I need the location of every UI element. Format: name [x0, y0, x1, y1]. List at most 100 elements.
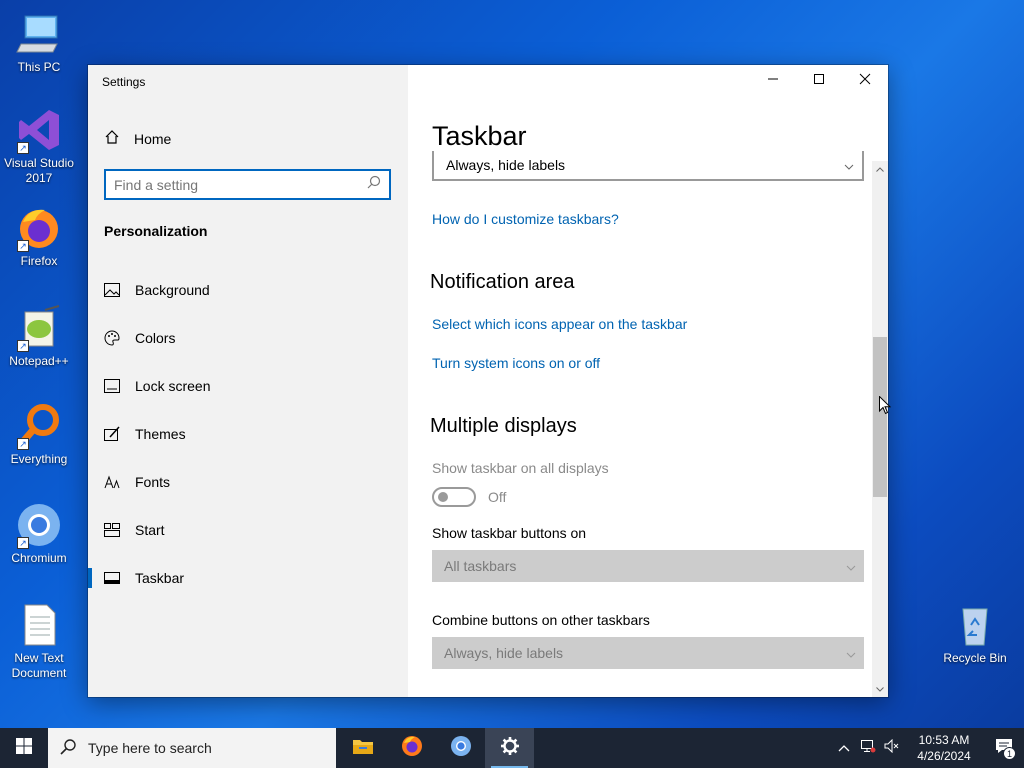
gear-icon	[500, 736, 520, 761]
themes-icon	[104, 426, 120, 442]
sidebar-item-start[interactable]: Start	[88, 510, 408, 550]
desktop-icon-firefox[interactable]: ↗ Firefox	[0, 204, 78, 269]
fonts-icon	[104, 474, 120, 490]
page-title: Taskbar	[432, 121, 527, 151]
content-scrollbar[interactable]	[872, 161, 888, 697]
combine-other-dropdown[interactable]: Always, hide labels	[432, 637, 864, 669]
show-on-all-displays-toggle[interactable]	[432, 487, 476, 507]
start-button[interactable]	[0, 728, 48, 768]
scroll-up-icon[interactable]	[872, 161, 888, 177]
desktop-icon-everything[interactable]: ↗ Everything	[0, 402, 78, 467]
desktop-icon-label: Notepad++	[9, 354, 69, 368]
sidebar-item-colors[interactable]: Colors	[88, 318, 408, 358]
chevron-down-icon	[846, 645, 856, 661]
notification-count-badge: 1	[1003, 747, 1016, 760]
chromium-icon	[450, 735, 472, 762]
settings-sidebar: Settings Home Personalization Background…	[88, 65, 408, 697]
desktop-icon-visual-studio[interactable]: ↗ Visual Studio 2017	[0, 106, 78, 186]
buttons-on-label: Show taskbar buttons on	[432, 525, 587, 541]
combine-other-label: Combine buttons on other taskbars	[432, 612, 650, 628]
taskbar-settings[interactable]	[485, 728, 534, 768]
desktop-icon-recycle-bin[interactable]: Recycle Bin	[936, 601, 1014, 666]
desktop-icon-label: Everything	[10, 452, 68, 466]
desktop-icon-label: Visual Studio 2017	[4, 156, 74, 185]
taskbar-search[interactable]: Type here to search	[48, 728, 336, 768]
palette-icon	[104, 330, 120, 346]
sidebar-item-taskbar[interactable]: Taskbar	[88, 558, 408, 598]
system-tray: 10:53 AM 4/26/2024 1	[832, 728, 1024, 768]
mouse-cursor-icon	[879, 395, 892, 420]
taskbar-file-explorer[interactable]	[338, 728, 387, 768]
minimize-button[interactable]	[750, 65, 796, 97]
shortcut-arrow-icon: ↗	[17, 142, 29, 154]
desktop-icon-label: This PC	[17, 60, 61, 74]
sidebar-item-label: Themes	[135, 426, 186, 442]
show-hidden-icons-button[interactable]	[832, 728, 856, 768]
scroll-down-icon[interactable]	[872, 681, 888, 697]
show-on-all-displays-label: Show taskbar on all displays	[432, 460, 609, 476]
settings-search[interactable]	[104, 169, 391, 200]
volume-button[interactable]	[880, 728, 904, 768]
magnifier-icon: ↗	[15, 402, 63, 450]
desktop-icon-new-text-document[interactable]: New Text Document	[0, 601, 78, 681]
desktop-icon-label: Recycle Bin	[943, 651, 1007, 665]
maximize-button[interactable]	[796, 65, 842, 97]
clock-time: 10:53 AM	[918, 733, 970, 747]
minimize-icon	[767, 72, 779, 90]
close-icon	[859, 72, 871, 90]
home-nav[interactable]: Home	[104, 129, 171, 148]
desktop-icon-label: Chromium	[11, 551, 67, 565]
shortcut-arrow-icon: ↗	[17, 340, 29, 352]
desktop-icon-this-pc[interactable]: This PC	[0, 10, 78, 75]
chevron-up-icon	[838, 739, 850, 757]
lock-screen-icon	[104, 378, 120, 394]
buttons-on-dropdown[interactable]: All taskbars	[432, 550, 864, 582]
sidebar-item-fonts[interactable]: Fonts	[88, 462, 408, 502]
chevron-down-icon	[844, 157, 854, 173]
clock-date: 4/26/2024	[917, 749, 971, 763]
select-icons-link[interactable]: Select which icons appear on the taskbar	[432, 316, 687, 332]
dropdown-value: Always, hide labels	[446, 157, 566, 173]
desktop-icon-chromium[interactable]: ↗ Chromium	[0, 501, 78, 566]
search-icon	[367, 175, 381, 194]
volume-muted-icon	[884, 738, 900, 758]
sidebar-item-background[interactable]: Background	[88, 270, 408, 310]
home-label: Home	[134, 130, 172, 147]
notepadpp-icon: ↗	[15, 304, 63, 352]
settings-search-input[interactable]	[114, 176, 367, 193]
sidebar-item-lock-screen[interactable]: Lock screen	[88, 366, 408, 406]
taskbar-chromium[interactable]	[436, 728, 485, 768]
window-controls	[750, 65, 888, 97]
customize-taskbars-link[interactable]: How do I customize taskbars?	[432, 211, 619, 227]
window-title: Settings	[102, 75, 146, 89]
text-document-icon	[15, 601, 63, 649]
sidebar-item-label: Taskbar	[135, 570, 185, 586]
recycle-bin-icon	[951, 601, 999, 649]
taskbar: Type here to search 10:53 AM 4/26/2024 1	[0, 728, 1024, 768]
desktop-icon-label: New Text Document	[11, 651, 67, 680]
system-icons-link[interactable]: Turn system icons on or off	[432, 355, 600, 371]
desktop-icon-label: Firefox	[20, 254, 58, 268]
home-icon	[104, 129, 120, 148]
sidebar-item-label: Background	[135, 282, 210, 298]
maximize-icon	[813, 72, 825, 90]
taskbar-firefox[interactable]	[387, 728, 436, 768]
combine-buttons-dropdown[interactable]: Always, hide labels	[432, 151, 864, 181]
folder-icon	[352, 737, 374, 760]
close-button[interactable]	[842, 65, 888, 97]
sidebar-item-label: Start	[135, 522, 165, 538]
taskbar-clock[interactable]: 10:53 AM 4/26/2024	[904, 732, 984, 764]
windows-logo-icon	[16, 737, 32, 759]
chevron-down-icon	[846, 558, 856, 574]
desktop-icon-notepadpp[interactable]: ↗ Notepad++	[0, 304, 78, 369]
dropdown-value: All taskbars	[444, 558, 517, 574]
action-center-button[interactable]: 1	[984, 728, 1024, 768]
shortcut-arrow-icon: ↗	[17, 537, 29, 549]
network-button[interactable]	[856, 728, 880, 768]
start-icon	[104, 522, 120, 538]
settings-content: Taskbar Always, hide labels How do I cus…	[408, 65, 888, 697]
sidebar-item-themes[interactable]: Themes	[88, 414, 408, 454]
sidebar-item-label: Lock screen	[135, 378, 211, 394]
chromium-icon: ↗	[15, 501, 63, 549]
sidebar-item-label: Colors	[135, 330, 176, 346]
